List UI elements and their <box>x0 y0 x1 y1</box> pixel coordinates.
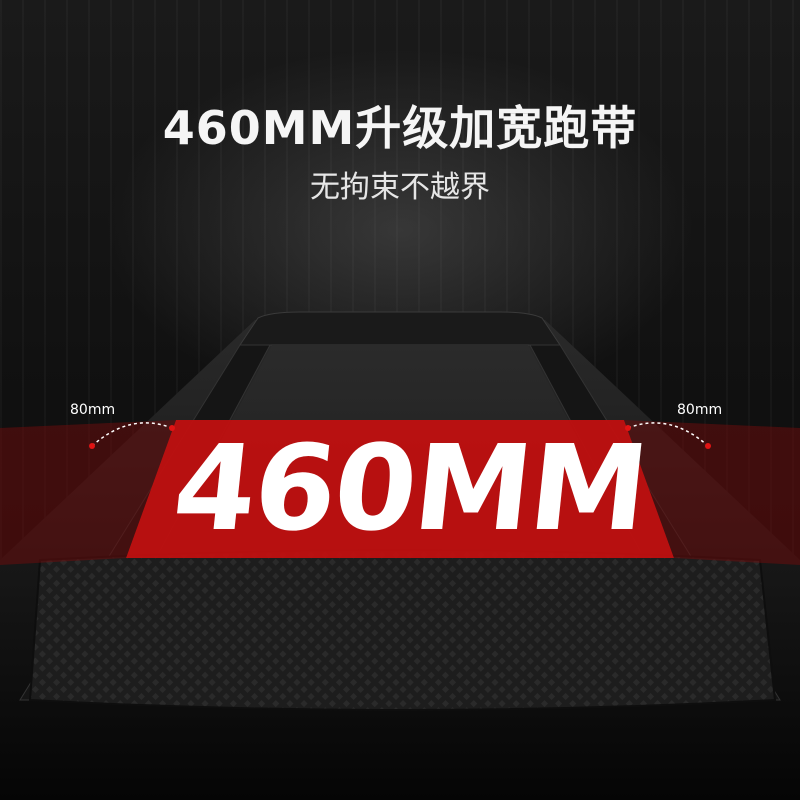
treadmill-front-cap <box>239 311 561 346</box>
treadmill-illustration <box>0 311 800 800</box>
right-margin-label: 80mm <box>677 402 723 418</box>
belt-rear-roll <box>28 549 777 711</box>
left-margin-label: 80mm <box>70 402 116 418</box>
right-arc-end-dot <box>705 443 711 449</box>
belt-width-label: 460MM <box>167 419 653 557</box>
left-arc-start-dot <box>89 443 95 449</box>
